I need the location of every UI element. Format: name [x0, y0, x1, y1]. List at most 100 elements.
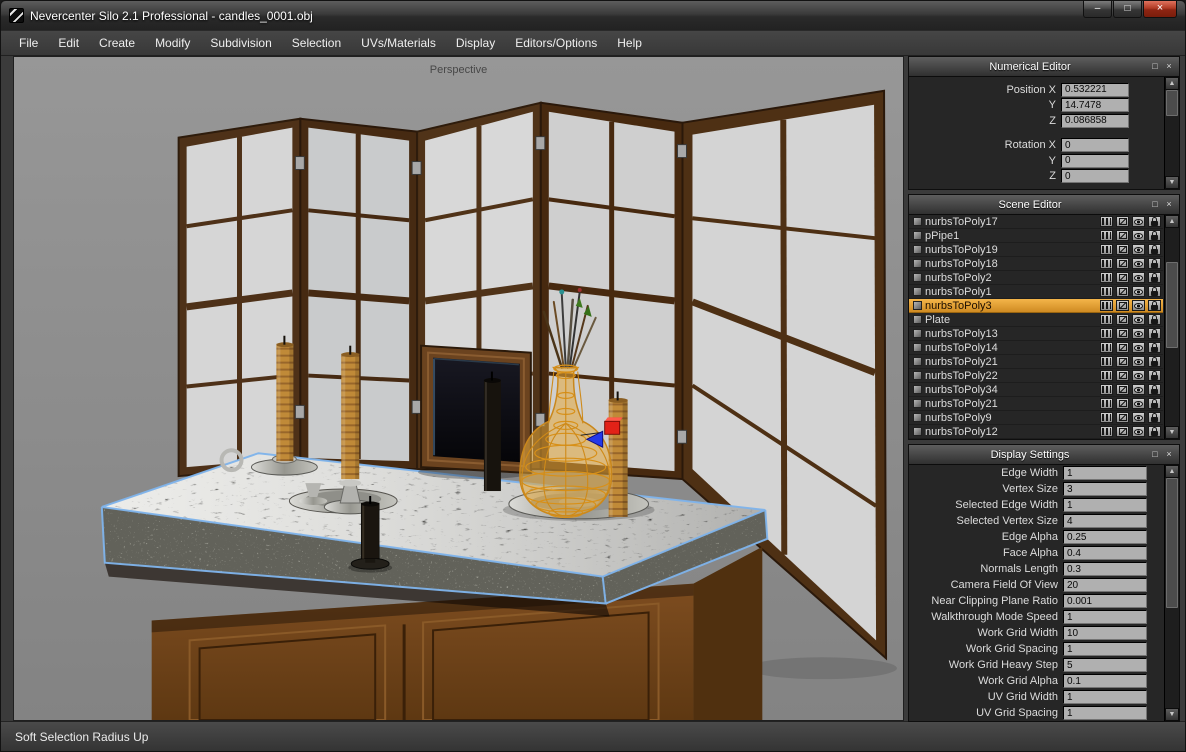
material-toggle[interactable]: [1116, 300, 1129, 311]
display-mode-toggle[interactable]: [1100, 272, 1113, 283]
panel-close-icon[interactable]: ×: [1163, 199, 1175, 211]
setting-input[interactable]: [1063, 610, 1147, 624]
material-toggle[interactable]: [1116, 384, 1129, 395]
menu-item[interactable]: Create: [89, 32, 145, 54]
setting-input[interactable]: [1063, 642, 1147, 656]
panel-close-icon[interactable]: ×: [1163, 61, 1175, 73]
numeric-input[interactable]: [1061, 154, 1129, 168]
display-mode-toggle[interactable]: [1100, 356, 1113, 367]
scene-object-row[interactable]: nurbsToPoly21: [909, 355, 1163, 369]
material-toggle[interactable]: [1116, 370, 1129, 381]
material-toggle[interactable]: [1116, 314, 1129, 325]
lock-toggle[interactable]: [1148, 328, 1161, 339]
setting-input[interactable]: [1063, 514, 1147, 528]
display-mode-toggle[interactable]: [1100, 412, 1113, 423]
setting-input[interactable]: [1063, 530, 1147, 544]
lock-toggle[interactable]: [1148, 356, 1161, 367]
scroll-down-icon[interactable]: ▼: [1165, 708, 1179, 721]
display-mode-toggle[interactable]: [1100, 342, 1113, 353]
display-mode-toggle[interactable]: [1100, 244, 1113, 255]
scene-object-row[interactable]: nurbsToPoly9: [909, 411, 1163, 425]
visibility-toggle[interactable]: [1132, 356, 1145, 367]
scene-editor-scrollbar[interactable]: ▲ ▼: [1164, 215, 1179, 439]
menu-item[interactable]: UVs/Materials: [351, 32, 446, 54]
visibility-toggle[interactable]: [1132, 300, 1145, 311]
lock-toggle[interactable]: [1148, 258, 1161, 269]
lock-toggle[interactable]: [1148, 230, 1161, 241]
scene-object-row[interactable]: nurbsToPoly12: [909, 425, 1163, 439]
setting-input[interactable]: [1063, 482, 1147, 496]
lock-toggle[interactable]: [1148, 314, 1161, 325]
scroll-up-icon[interactable]: ▲: [1165, 77, 1179, 90]
lock-toggle[interactable]: [1148, 244, 1161, 255]
panel-float-icon[interactable]: □: [1149, 449, 1161, 461]
viewport-3d[interactable]: Perspective: [13, 56, 904, 721]
setting-input[interactable]: [1063, 674, 1147, 688]
material-toggle[interactable]: [1116, 286, 1129, 297]
scene-object-row[interactable]: nurbsToPoly22: [909, 369, 1163, 383]
menu-item[interactable]: Edit: [48, 32, 89, 54]
visibility-toggle[interactable]: [1132, 244, 1145, 255]
visibility-toggle[interactable]: [1132, 328, 1145, 339]
lock-toggle[interactable]: [1148, 384, 1161, 395]
setting-input[interactable]: [1063, 578, 1147, 592]
display-mode-toggle[interactable]: [1100, 328, 1113, 339]
display-mode-toggle[interactable]: [1100, 230, 1113, 241]
setting-input[interactable]: [1063, 562, 1147, 576]
panel-close-icon[interactable]: ×: [1163, 449, 1175, 461]
visibility-toggle[interactable]: [1132, 314, 1145, 325]
setting-input[interactable]: [1063, 498, 1147, 512]
scene-object-row[interactable]: nurbsToPoly2: [909, 271, 1163, 285]
numeric-input[interactable]: [1061, 114, 1129, 128]
scene-object-row[interactable]: nurbsToPoly19: [909, 243, 1163, 257]
numeric-input[interactable]: [1061, 98, 1129, 112]
titlebar[interactable]: Nevercenter Silo 2.1 Professional - cand…: [1, 1, 1185, 30]
scene-object-row[interactable]: nurbsToPoly34: [909, 383, 1163, 397]
scene-object-row[interactable]: nurbsToPoly13: [909, 327, 1163, 341]
scroll-up-icon[interactable]: ▲: [1165, 215, 1179, 228]
visibility-toggle[interactable]: [1132, 412, 1145, 423]
display-mode-toggle[interactable]: [1100, 286, 1113, 297]
scroll-track[interactable]: [1165, 90, 1179, 176]
lock-toggle[interactable]: [1148, 426, 1161, 437]
visibility-toggle[interactable]: [1132, 342, 1145, 353]
setting-input[interactable]: [1063, 706, 1147, 720]
numerical-editor-scrollbar[interactable]: ▲ ▼: [1164, 77, 1179, 189]
visibility-toggle[interactable]: [1132, 398, 1145, 409]
material-toggle[interactable]: [1116, 342, 1129, 353]
visibility-toggle[interactable]: [1132, 384, 1145, 395]
setting-input[interactable]: [1063, 626, 1147, 640]
menu-item[interactable]: Help: [607, 32, 652, 54]
material-toggle[interactable]: [1116, 398, 1129, 409]
lock-toggle[interactable]: [1148, 216, 1161, 227]
lock-toggle[interactable]: [1148, 370, 1161, 381]
scroll-track[interactable]: [1165, 478, 1179, 708]
display-settings-scrollbar[interactable]: ▲ ▼: [1164, 465, 1179, 721]
numeric-input[interactable]: [1061, 169, 1129, 183]
scene-object-row[interactable]: nurbsToPoly21: [909, 397, 1163, 411]
menu-item[interactable]: Selection: [282, 32, 351, 54]
numeric-input[interactable]: [1061, 83, 1129, 97]
menu-item[interactable]: Subdivision: [200, 32, 281, 54]
setting-input[interactable]: [1063, 690, 1147, 704]
setting-input[interactable]: [1063, 466, 1147, 480]
material-toggle[interactable]: [1116, 272, 1129, 283]
setting-input[interactable]: [1063, 546, 1147, 560]
scroll-thumb[interactable]: [1166, 478, 1178, 608]
display-mode-toggle[interactable]: [1100, 216, 1113, 227]
lock-toggle[interactable]: [1148, 286, 1161, 297]
lock-toggle[interactable]: [1148, 272, 1161, 283]
numeric-input[interactable]: [1061, 138, 1129, 152]
material-toggle[interactable]: [1116, 216, 1129, 227]
panel-float-icon[interactable]: □: [1149, 199, 1161, 211]
visibility-toggle[interactable]: [1132, 426, 1145, 437]
visibility-toggle[interactable]: [1132, 286, 1145, 297]
material-toggle[interactable]: [1116, 244, 1129, 255]
display-mode-toggle[interactable]: [1100, 300, 1113, 311]
scroll-down-icon[interactable]: ▼: [1165, 176, 1179, 189]
menu-item[interactable]: Modify: [145, 32, 200, 54]
scene-object-row[interactable]: nurbsToPoly18: [909, 257, 1163, 271]
scene-object-row[interactable]: nurbsToPoly3: [909, 299, 1163, 313]
visibility-toggle[interactable]: [1132, 258, 1145, 269]
scroll-down-icon[interactable]: ▼: [1165, 426, 1179, 439]
